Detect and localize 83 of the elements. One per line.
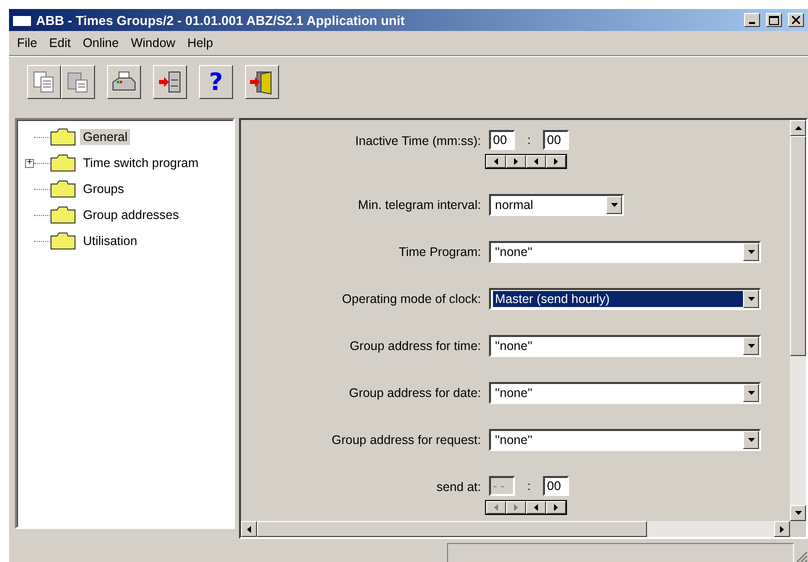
spin-right-button[interactable] — [546, 155, 566, 168]
left-arrow-icon — [534, 504, 538, 511]
dropdown[interactable]: ''none'' — [489, 335, 761, 357]
right-arrow-icon — [514, 504, 518, 511]
folder-icon — [50, 128, 76, 146]
folder-icon — [50, 154, 76, 172]
horizontal-scrollbar[interactable] — [241, 521, 790, 537]
right-arrow-icon — [780, 526, 784, 532]
parameter-label: Operating mode of clock: — [341, 291, 482, 308]
folder-icon — [50, 180, 76, 198]
toolbar-button[interactable] — [61, 65, 95, 99]
dropdown[interactable]: Master (send hourly) — [489, 288, 761, 310]
window-title: ABB - Times Groups/2 - 01.01.001 ABZ/S2.1 Application unit — [36, 12, 406, 28]
menu-item[interactable]: Edit — [43, 34, 77, 52]
left-arrow-icon — [494, 158, 498, 165]
time-input[interactable]: 00 — [489, 130, 515, 150]
time-input[interactable]: 00 — [543, 130, 569, 150]
parameter-label: send at: — [436, 479, 482, 496]
tree-item[interactable]: General — [80, 129, 130, 145]
spin-right-button[interactable] — [506, 501, 526, 514]
folder-icon — [50, 206, 76, 224]
clipboard-icon — [66, 70, 90, 94]
left-arrow-icon — [247, 526, 251, 532]
parameter-label: Time Program: — [398, 244, 482, 261]
menu-item[interactable]: Window — [124, 34, 182, 52]
spin-left-button[interactable] — [526, 501, 546, 514]
maximize-icon — [769, 16, 779, 24]
down-arrow-icon — [748, 250, 754, 254]
minimize-button[interactable] — [744, 13, 760, 27]
menu-item[interactable]: Online — [76, 34, 125, 52]
tree-item[interactable]: Groups — [80, 181, 127, 197]
down-arrow-icon — [748, 391, 754, 395]
spin-left-button[interactable] — [486, 501, 506, 514]
parameter-label: Group address for time: — [348, 338, 482, 355]
close-button[interactable] — [788, 13, 804, 27]
menu-item[interactable]: Help — [181, 34, 220, 52]
dropdown[interactable]: normal — [489, 194, 624, 216]
tree-item[interactable]: Utilisation — [80, 233, 140, 249]
toolbar-button[interactable] — [153, 65, 187, 99]
spinner-control[interactable] — [485, 154, 567, 169]
toolbar-button[interactable] — [107, 65, 141, 99]
window-icon — [12, 13, 32, 27]
menu-item[interactable]: File — [11, 34, 44, 52]
toolbar-button[interactable]: ? — [199, 65, 233, 99]
tree-item[interactable]: Time switch program — [80, 155, 202, 171]
copy-icon — [32, 70, 56, 94]
right-arrow-icon — [514, 158, 518, 165]
parameter-label: Group address for date: — [348, 385, 482, 402]
dropdown[interactable]: ''none'' — [489, 241, 761, 263]
vertical-scrollbar[interactable] — [790, 120, 806, 521]
parameter-label: Min. telegram interval: — [357, 197, 482, 214]
tree-item[interactable]: Group addresses — [80, 207, 182, 223]
question-mark-icon: ? — [209, 68, 223, 96]
toolbar-button[interactable] — [245, 65, 279, 99]
left-arrow-icon — [494, 504, 498, 511]
dropdown[interactable]: ''none'' — [489, 382, 761, 404]
spin-right-button[interactable] — [546, 501, 566, 514]
down-arrow-icon — [748, 438, 754, 442]
spinner-control[interactable] — [485, 500, 567, 515]
time-separator: : — [526, 479, 532, 493]
down-arrow-icon — [748, 297, 754, 301]
arrow-into-cabinet-icon — [157, 70, 183, 94]
parameter-label: Group address for request: — [330, 432, 482, 449]
down-arrow-icon — [610, 203, 618, 207]
dropdown[interactable]: ''none'' — [489, 429, 761, 451]
left-arrow-icon — [534, 158, 538, 165]
right-arrow-icon — [554, 158, 558, 165]
down-arrow-icon — [794, 511, 802, 515]
up-arrow-icon — [794, 126, 802, 130]
resize-grip-icon[interactable] — [794, 549, 808, 562]
right-arrow-icon — [554, 504, 558, 511]
expand-icon[interactable]: + — [25, 158, 34, 168]
close-icon — [792, 16, 800, 24]
time-separator: : — [526, 133, 532, 147]
spin-left-button[interactable] — [526, 155, 546, 168]
toolbar-button[interactable] — [27, 65, 61, 99]
parameter-label: Inactive Time (mm:ss): — [354, 133, 482, 150]
maximize-button[interactable] — [766, 13, 782, 27]
down-arrow-icon — [748, 344, 754, 348]
spin-left-button[interactable] — [486, 155, 506, 168]
time-input[interactable]: 00 — [543, 476, 569, 496]
folder-icon — [50, 232, 76, 250]
spin-right-button[interactable] — [506, 155, 526, 168]
